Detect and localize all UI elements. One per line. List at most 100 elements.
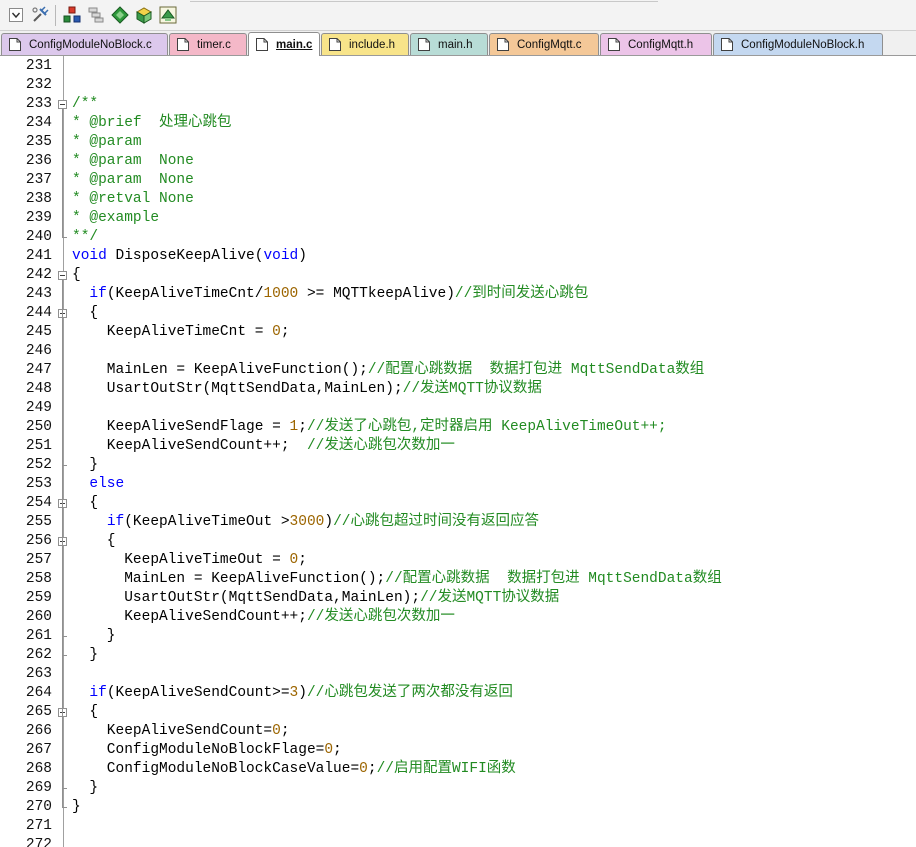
code-text: /** — [72, 96, 99, 112]
code-line[interactable]: 259 UsartOutStr(MqttSendData,MainLen);//… — [0, 589, 916, 608]
code-line[interactable]: 256 { — [0, 532, 916, 551]
code-line[interactable]: 245 KeepAliveTimeCnt = 0; — [0, 323, 916, 342]
code-line[interactable]: 269 } — [0, 779, 916, 798]
code-line[interactable]: 238 * @retval None — [0, 190, 916, 209]
file-icon — [418, 38, 430, 51]
file-icon — [9, 38, 21, 51]
code-text: { — [72, 704, 99, 720]
line-number: 236 — [25, 153, 52, 169]
pack-installer-icon[interactable] — [134, 5, 154, 25]
code-line[interactable]: 264 if(KeepAliveSendCount>=3)//心跳包发送了两次都… — [0, 684, 916, 703]
code-line[interactable]: 232 — [0, 76, 916, 95]
manage-components-icon[interactable] — [62, 5, 82, 25]
code-line[interactable]: 253 else — [0, 475, 916, 494]
line-number: 232 — [25, 77, 52, 93]
code-line[interactable]: 268 ConfigModuleNoBlockCaseValue=0;//启用配… — [0, 760, 916, 779]
code-line[interactable]: 267 ConfigModuleNoBlockFlage=0; — [0, 741, 916, 760]
code-line[interactable]: 263 — [0, 665, 916, 684]
code-line[interactable]: 237 * @param None — [0, 171, 916, 190]
line-number: 249 — [25, 400, 52, 416]
toolbar-separator — [55, 5, 56, 26]
code-text: KeepAliveSendCount++; //发送心跳包次数加一 — [72, 438, 455, 454]
build-manager-icon[interactable] — [158, 5, 178, 25]
fold-toggle-icon[interactable] — [58, 100, 67, 109]
line-number: 234 — [25, 115, 52, 131]
code-line[interactable]: 249 — [0, 399, 916, 418]
code-text: KeepAliveSendCount=0; — [72, 723, 290, 739]
line-number: 252 — [25, 457, 52, 473]
code-text: * @example — [72, 210, 160, 226]
line-number: 256 — [25, 533, 52, 549]
code-text: { — [72, 495, 99, 511]
code-line[interactable]: 257 KeepAliveTimeOut = 0; — [0, 551, 916, 570]
code-text: KeepAliveSendCount++;//发送心跳包次数加一 — [72, 609, 455, 625]
code-line[interactable]: 270} — [0, 798, 916, 817]
code-line[interactable]: 236 * @param None — [0, 152, 916, 171]
code-editor[interactable]: 231 232 233 /** 234 * @brief 处理心跳包 235 * @param… — [0, 56, 916, 847]
code-text: * @retval None — [72, 191, 194, 207]
code-line[interactable]: 234 * @brief 处理心跳包 — [0, 114, 916, 133]
code-line[interactable]: 260 KeepAliveSendCount++;//发送心跳包次数加一 — [0, 608, 916, 627]
line-number: 237 — [25, 172, 52, 188]
tab-include-h[interactable]: include.h — [321, 33, 409, 55]
line-number: 271 — [25, 818, 52, 834]
code-line[interactable]: 244 { — [0, 304, 916, 323]
code-line[interactable]: 252 } — [0, 456, 916, 475]
code-text: MainLen = KeepAliveFunction();//配置心跳数据 数… — [72, 571, 722, 587]
tab-main-h[interactable]: main.h — [410, 33, 488, 55]
line-number: 242 — [25, 267, 52, 283]
file-icon — [497, 38, 509, 51]
line-number: 251 — [25, 438, 52, 454]
tab-configmqtt-h[interactable]: ConfigMqtt.h — [600, 33, 712, 55]
code-line[interactable]: 251 KeepAliveSendCount++; //发送心跳包次数加一 — [0, 437, 916, 456]
code-text: KeepAliveTimeCnt = 0; — [72, 324, 290, 340]
code-line[interactable]: 239 * @example — [0, 209, 916, 228]
code-text: * @brief 处理心跳包 — [72, 115, 232, 131]
code-text: ConfigModuleNoBlockCaseValue=0;//启用配置WIF… — [72, 761, 516, 777]
code-line[interactable]: 266 KeepAliveSendCount=0; — [0, 722, 916, 741]
code-line[interactable]: 233 /** — [0, 95, 916, 114]
dropdown-icon[interactable] — [6, 5, 26, 25]
configure-tools-icon[interactable] — [30, 5, 50, 25]
code-line[interactable]: 247 MainLen = KeepAliveFunction();//配置心跳… — [0, 361, 916, 380]
code-line[interactable]: 261 } — [0, 627, 916, 646]
code-line[interactable]: 271 — [0, 817, 916, 836]
code-line[interactable]: 265 { — [0, 703, 916, 722]
code-line[interactable]: 242 { — [0, 266, 916, 285]
fold-toggle-icon[interactable] — [58, 271, 67, 280]
tab-timer-c[interactable]: timer.c — [169, 33, 247, 55]
line-number: 241 — [25, 248, 52, 264]
code-line[interactable]: 231 — [0, 57, 916, 76]
fold-guide — [62, 318, 63, 466]
tab-configmodulenoblock-h[interactable]: ConfigModuleNoBlock.h — [713, 33, 883, 55]
fold-guide-end — [62, 237, 67, 238]
select-device-icon[interactable] — [110, 5, 130, 25]
code-line[interactable]: 250 KeepAliveSendFlage = 1;//发送了心跳包,定时器启… — [0, 418, 916, 437]
code-line[interactable]: 248 UsartOutStr(MqttSendData,MainLen);//… — [0, 380, 916, 399]
line-number: 238 — [25, 191, 52, 207]
code-line[interactable]: 235 * @param — [0, 133, 916, 152]
tab-configmqtt-c[interactable]: ConfigMqtt.c — [489, 33, 599, 55]
code-line[interactable]: 240 **/ — [0, 228, 916, 247]
line-number: 250 — [25, 419, 52, 435]
fold-guide-end — [62, 655, 67, 656]
line-number: 269 — [25, 780, 52, 796]
line-number: 265 — [25, 704, 52, 720]
code-line[interactable]: 246 — [0, 342, 916, 361]
line-number: 254 — [25, 495, 52, 511]
code-line[interactable]: 254 { — [0, 494, 916, 513]
code-line[interactable]: 255 if(KeepAliveTimeOut >3000)//心跳包超过时间没… — [0, 513, 916, 532]
code-line[interactable]: 258 MainLen = KeepAliveFunction();//配置心跳… — [0, 570, 916, 589]
tab-configmodulenoblock-c[interactable]: ConfigModuleNoBlock.c — [1, 33, 168, 55]
tab-main-c[interactable]: main.c — [248, 32, 320, 56]
code-line[interactable]: 262 } — [0, 646, 916, 665]
code-line[interactable]: 241 void DisposeKeepAlive(void) — [0, 247, 916, 266]
code-line[interactable]: 272 — [0, 836, 916, 847]
line-number: 245 — [25, 324, 52, 340]
line-number: 244 — [25, 305, 52, 321]
code-text: } — [72, 628, 116, 644]
code-line[interactable]: 243 if(KeepAliveTimeCnt/1000 >= MQTTkeep… — [0, 285, 916, 304]
line-number: 260 — [25, 609, 52, 625]
code-text: else — [89, 476, 125, 492]
multi-project-icon[interactable] — [86, 5, 106, 25]
